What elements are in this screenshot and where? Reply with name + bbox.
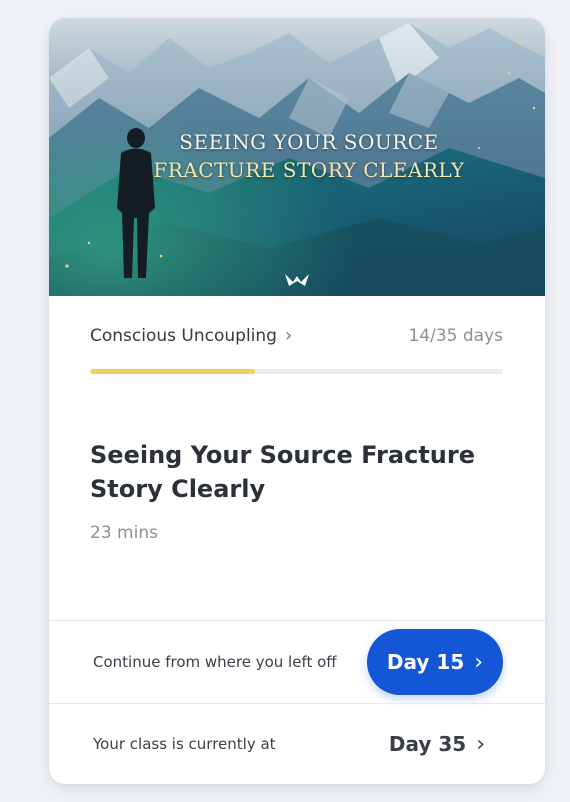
hero-title-line1: SEEING YOUR SOURCE [179, 130, 439, 154]
divider [49, 620, 545, 621]
current-day-label: Day 35 [388, 732, 467, 756]
program-progress-bar [90, 369, 503, 374]
continue-day-button[interactable]: Day 15 › [367, 629, 503, 695]
current-day-link[interactable]: Day 35 › [389, 732, 485, 757]
hero-title-line2: FRACTURE STORY CLEARLY [153, 158, 465, 182]
chevron-right-icon: › [474, 649, 484, 675]
current-label: Your class is currently at [93, 735, 276, 753]
continue-label: Continue from where you left off [93, 653, 337, 671]
program-link[interactable]: Conscious Uncoupling › [90, 325, 292, 346]
program-name: Conscious Uncoupling [90, 325, 277, 346]
divider [49, 703, 545, 704]
progress-fill [90, 369, 256, 374]
lesson-duration: 23 mins [90, 523, 158, 543]
continue-row: Continue from where you left off Day 15 … [93, 628, 503, 696]
lesson-card: SEEING YOUR SOURCE FRACTURE STORY CLEARL… [49, 18, 545, 784]
continue-day-label: Day 15 [386, 650, 465, 674]
lesson-title: Seeing Your Source Fracture Story Clearl… [90, 441, 475, 503]
chevron-right-icon: › [284, 325, 293, 346]
program-row: Conscious Uncoupling › 14/35 days [90, 325, 503, 346]
current-day-row: Your class is currently at Day 35 › [93, 716, 485, 772]
chevron-right-icon: › [476, 731, 485, 757]
program-days-progress: 14/35 days [408, 325, 503, 346]
hero-illustration [49, 18, 545, 296]
lesson-hero-image[interactable]: SEEING YOUR SOURCE FRACTURE STORY CLEARL… [49, 18, 545, 296]
